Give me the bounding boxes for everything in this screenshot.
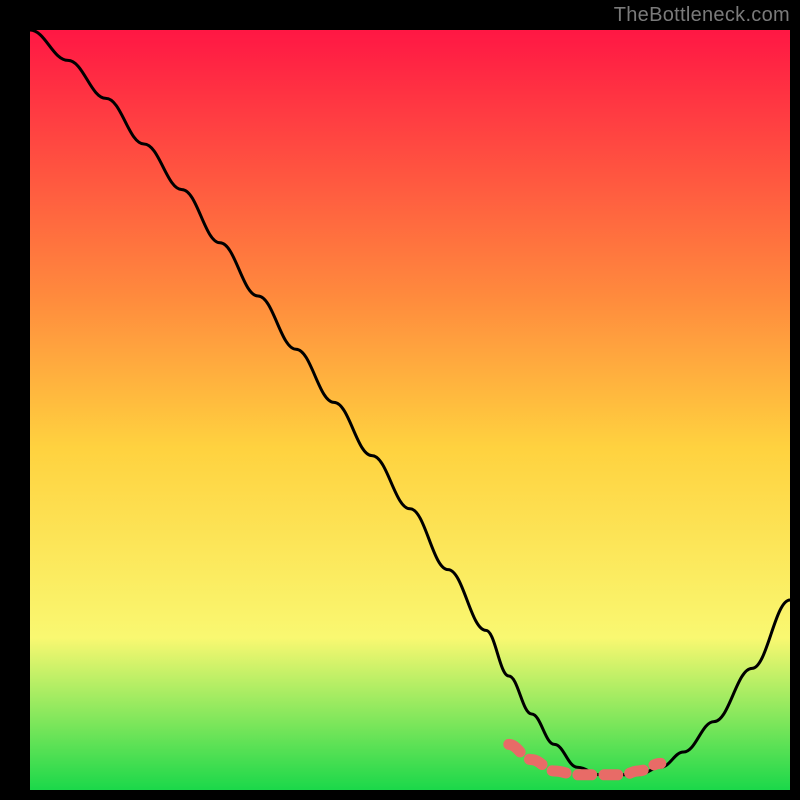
chart-stage: TheBottleneck.com [0, 0, 800, 800]
bottleneck-curve-chart [0, 0, 800, 800]
watermark-text: TheBottleneck.com [614, 4, 790, 27]
plot-group [30, 30, 790, 790]
